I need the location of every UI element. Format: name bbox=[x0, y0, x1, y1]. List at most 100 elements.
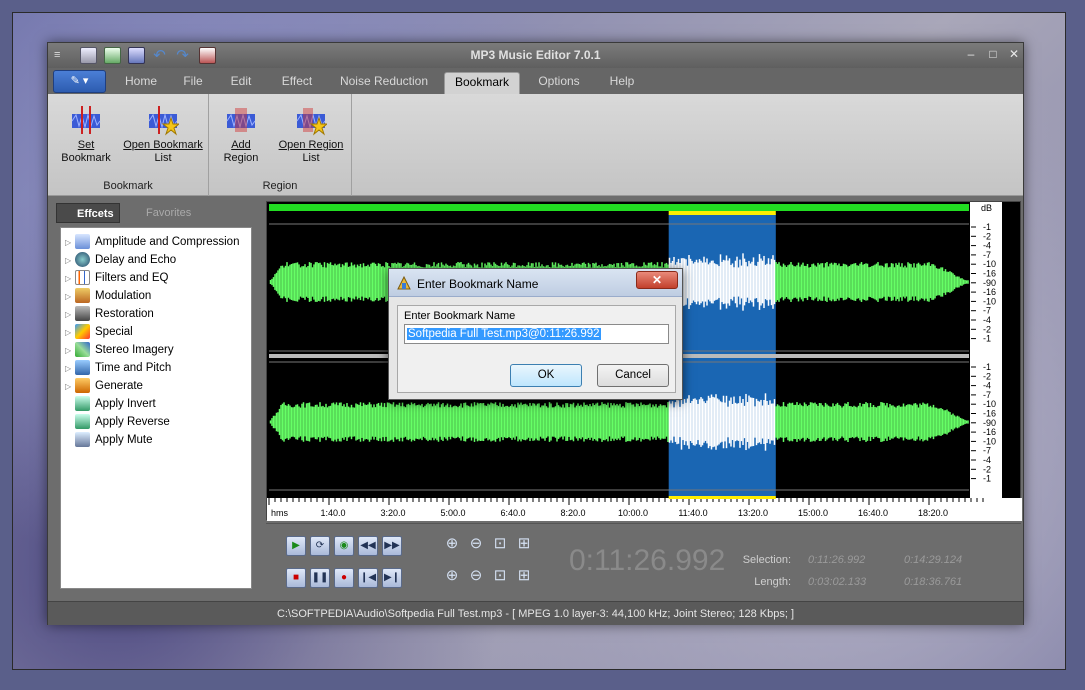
zoom-out-icon[interactable]: ⊖ bbox=[466, 534, 486, 554]
tree-item-generate[interactable]: ▷ Generate bbox=[65, 377, 143, 395]
tree-item-special[interactable]: ▷ Special bbox=[65, 323, 133, 341]
stop-button[interactable]: ■ bbox=[286, 568, 306, 588]
add-region-button[interactable]: Add Region bbox=[213, 104, 269, 165]
tab-effects[interactable]: Effcets bbox=[56, 203, 120, 223]
dialog-close-button[interactable]: ✕ bbox=[636, 271, 678, 289]
tree-item-label: Apply Reverse bbox=[95, 416, 170, 428]
fast-forward-button[interactable]: ▶▶ bbox=[382, 536, 402, 556]
tree-item-mute[interactable]: Apply Mute bbox=[65, 431, 153, 449]
tree-item-amplitude[interactable]: ▷ Amplitude and Compression bbox=[65, 233, 239, 251]
zoom-right-icon[interactable]: ⊞ bbox=[514, 566, 534, 586]
ribbon-group-region-label: Region bbox=[262, 180, 298, 192]
bookmark-dialog-icon bbox=[397, 275, 411, 290]
zoom-selection-icon[interactable]: ⊡ bbox=[490, 534, 510, 554]
tab-effect[interactable]: Effect bbox=[270, 72, 324, 94]
tab-effects-label: Effcets bbox=[77, 208, 114, 220]
time-tick-label: 13:20.0 bbox=[738, 508, 768, 518]
close-button[interactable]: ✕ bbox=[1006, 47, 1022, 61]
add-region-label-1: Add bbox=[231, 139, 251, 151]
selection-start-value: 0:11:26.992 bbox=[808, 554, 866, 566]
selection-marker-top bbox=[668, 211, 776, 215]
expand-arrow-icon[interactable]: ▷ bbox=[65, 306, 75, 324]
expand-arrow-icon[interactable]: ▷ bbox=[65, 342, 75, 360]
filter-icon bbox=[75, 270, 90, 286]
cancel-button[interactable]: Cancel bbox=[597, 364, 669, 387]
selection-label: Selection: bbox=[742, 554, 791, 566]
go-to-end-button[interactable]: ▶❙ bbox=[382, 568, 402, 588]
tree-item-label: Filters and EQ bbox=[95, 272, 169, 284]
tab-file[interactable]: File bbox=[172, 72, 214, 94]
tree-item-time-pitch[interactable]: ▷ Time and Pitch bbox=[65, 359, 171, 377]
bookmark-name-input[interactable]: Softpedia Full Test.mp3@0:11:26.992 bbox=[404, 324, 669, 344]
time-tick-label: 11:40.0 bbox=[678, 508, 707, 518]
ribbon-group-bookmark-label: Bookmark bbox=[103, 180, 153, 192]
stereo-icon bbox=[75, 342, 90, 358]
time-tick-label: 6:40.0 bbox=[500, 508, 525, 518]
go-to-start-button[interactable]: ❙◀ bbox=[358, 568, 378, 588]
ribbon-tabs: ✎ ▾ Home File Edit Effect Noise Reductio… bbox=[48, 68, 1023, 94]
expand-arrow-icon[interactable]: ▷ bbox=[65, 252, 75, 270]
tree-item-stereo[interactable]: ▷ Stereo Imagery bbox=[65, 341, 174, 359]
pause-button[interactable]: ❚❚ bbox=[310, 568, 330, 588]
time-tick-label: 18:20.0 bbox=[918, 508, 948, 518]
bookmark-name-label: Enter Bookmark Name bbox=[404, 310, 516, 322]
effects-panel: Effcets Favorites ▷ Amplitude and Compres… bbox=[52, 199, 258, 595]
time-tick-label: 15:00.0 bbox=[798, 508, 828, 518]
play-button[interactable]: ▶ bbox=[286, 536, 306, 556]
ribbon-panel: Set Bookmark Open Bookmark List Bookmark bbox=[48, 94, 1023, 196]
zoom-left-icon[interactable]: ⊡ bbox=[490, 566, 510, 586]
tree-item-label: Modulation bbox=[95, 290, 152, 302]
tree-item-modulation[interactable]: ▷ Modulation bbox=[65, 287, 151, 305]
tree-item-reverse[interactable]: Apply Reverse bbox=[65, 413, 170, 431]
bookmark-name-value: Softpedia Full Test.mp3@0:11:26.992 bbox=[407, 328, 601, 340]
overview-bar bbox=[269, 204, 969, 211]
open-region-list-label-1: Open Region bbox=[278, 139, 344, 151]
maximize-button[interactable]: □ bbox=[985, 47, 1001, 61]
add-region-icon bbox=[226, 108, 256, 132]
waveform-right-channel bbox=[269, 393, 969, 451]
tree-item-label: Generate bbox=[95, 380, 143, 392]
ribbon-group-bookmark: Set Bookmark Open Bookmark List Bookmark bbox=[48, 94, 209, 196]
tab-favorites[interactable]: Favorites bbox=[126, 203, 216, 223]
expand-arrow-icon[interactable]: ▷ bbox=[65, 378, 75, 396]
zoom-full-icon[interactable]: ⊞ bbox=[514, 534, 534, 554]
expand-arrow-icon[interactable]: ▷ bbox=[65, 288, 75, 306]
dialog-body: Enter Bookmark Name Softpedia Full Test.… bbox=[397, 305, 676, 393]
time-tick-label: 5:00.0 bbox=[440, 508, 465, 518]
expand-arrow-icon[interactable]: ▷ bbox=[65, 324, 75, 342]
ribbon-group-region: Add Region Open Region List Region bbox=[209, 94, 352, 196]
tree-item-delay[interactable]: ▷ Delay and Echo bbox=[65, 251, 176, 269]
open-region-list-button[interactable]: Open Region List bbox=[275, 104, 347, 165]
record-button[interactable]: ● bbox=[334, 568, 354, 588]
tree-item-label: Restoration bbox=[95, 308, 154, 320]
minimize-button[interactable]: – bbox=[963, 47, 979, 61]
play-selection-button[interactable]: ◉ bbox=[334, 536, 354, 556]
tree-item-restoration[interactable]: ▷ Restoration bbox=[65, 305, 154, 323]
ok-button[interactable]: OK bbox=[510, 364, 582, 387]
tab-help[interactable]: Help bbox=[600, 72, 644, 94]
set-bookmark-button[interactable]: Set Bookmark bbox=[56, 104, 116, 165]
zoom-vertical-in-icon[interactable]: ⊕ bbox=[442, 566, 462, 586]
tab-bookmark[interactable]: Bookmark bbox=[444, 72, 520, 94]
expand-arrow-icon[interactable]: ▷ bbox=[65, 234, 75, 252]
rewind-button[interactable]: ◀◀ bbox=[358, 536, 378, 556]
bookmark-dialog: Enter Bookmark Name ✕ Enter Bookmark Nam… bbox=[388, 268, 683, 400]
time-tick-label: hms bbox=[271, 508, 289, 518]
tab-noise-reduction[interactable]: Noise Reduction bbox=[334, 72, 434, 94]
zoom-vertical-out-icon[interactable]: ⊖ bbox=[466, 566, 486, 586]
transport-panel: ▶ ⟳ ◉ ◀◀ ▶▶ ■ ❚❚ ● ❙◀ ▶❙ ⊕ ⊖ ⊡ ⊞ ⊕ ⊖ ⊡ ⊞… bbox=[266, 523, 1021, 596]
loop-button[interactable]: ⟳ bbox=[310, 536, 330, 556]
tree-item-filters[interactable]: ▷ Filters and EQ bbox=[65, 269, 169, 287]
tab-options[interactable]: Options bbox=[528, 72, 590, 94]
expand-arrow-icon[interactable]: ▷ bbox=[65, 270, 75, 288]
app-menu-button[interactable]: ✎ ▾ bbox=[53, 70, 106, 93]
open-bookmark-list-button[interactable]: Open Bookmark List bbox=[122, 104, 204, 165]
tree-item-label: Time and Pitch bbox=[95, 362, 172, 374]
tab-home[interactable]: Home bbox=[116, 72, 166, 94]
tree-item-invert[interactable]: Apply Invert bbox=[65, 395, 156, 413]
open-region-list-label-2: List bbox=[302, 152, 320, 164]
tab-edit[interactable]: Edit bbox=[220, 72, 262, 94]
zoom-in-icon[interactable]: ⊕ bbox=[442, 534, 462, 554]
expand-arrow-icon[interactable]: ▷ bbox=[65, 360, 75, 378]
dialog-title-bar: Enter Bookmark Name ✕ bbox=[389, 269, 682, 297]
